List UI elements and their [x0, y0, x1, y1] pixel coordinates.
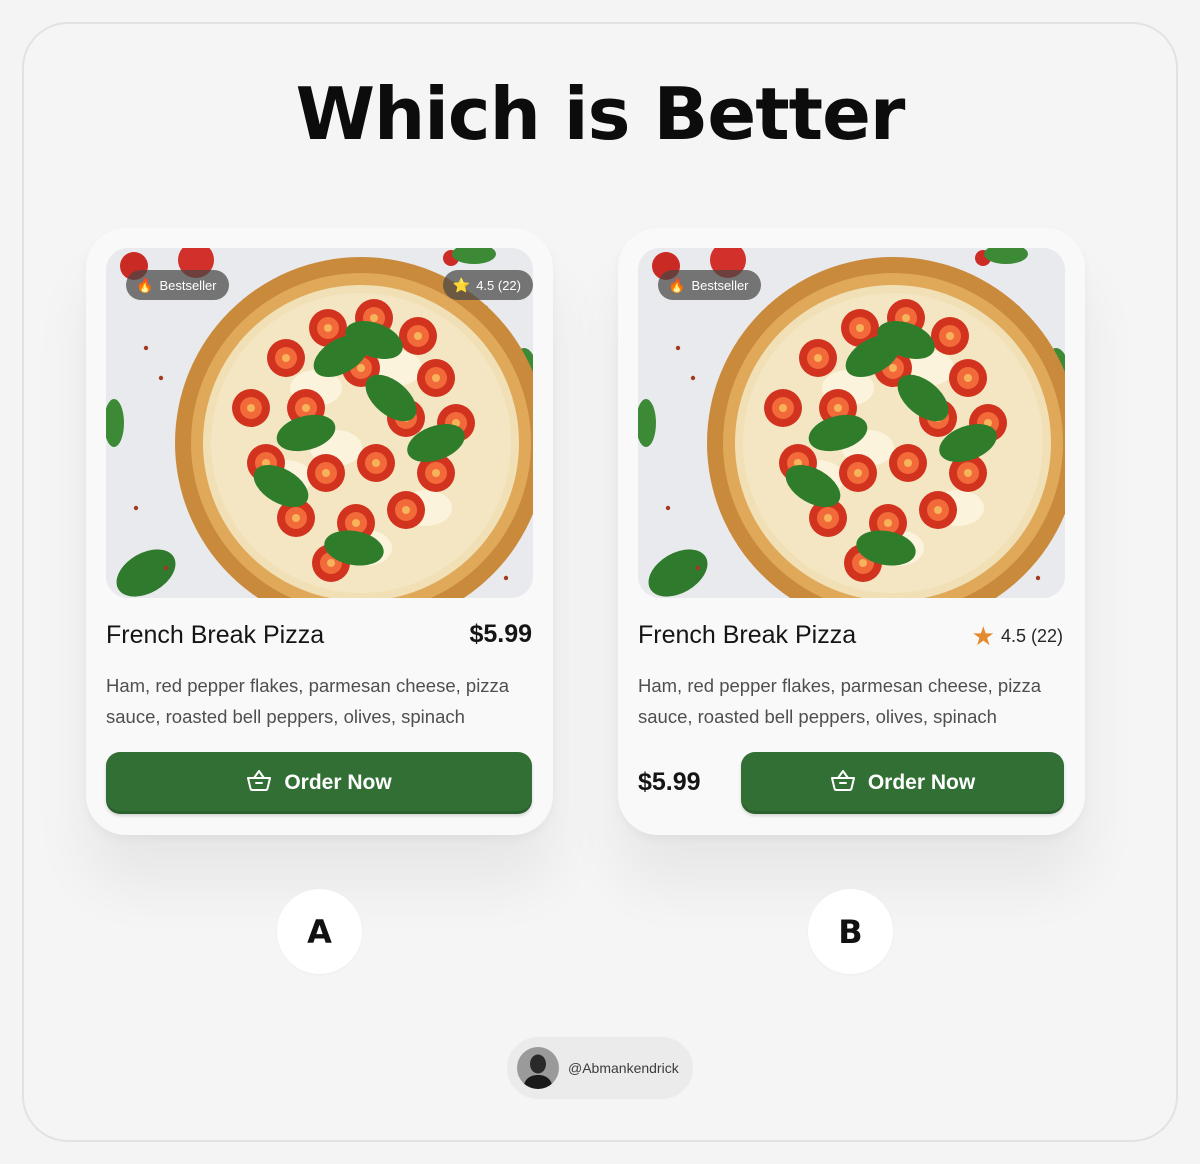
order-now-label: Order Now: [284, 771, 392, 794]
product-card-b: 🔥 Bestseller French Break Pizza ★ 4.5 (2…: [618, 228, 1085, 835]
option-label-b: B: [808, 889, 893, 974]
product-price: $5.99: [638, 768, 701, 796]
product-name: French Break Pizza: [106, 621, 325, 649]
product-description: Ham, red pepper flakes, parmesan cheese,…: [106, 675, 510, 727]
product-name: French Break Pizza: [638, 621, 857, 649]
fire-icon: 🔥: [668, 277, 686, 293]
product-description: Ham, red pepper flakes, parmesan cheese,…: [638, 675, 1042, 727]
rating-badge: ⭐ 4.5 (22): [442, 270, 533, 300]
product-card-a: 🔥 Bestseller ⭐ 4.5 (22) French Break Piz…: [86, 228, 553, 835]
order-now-label: Order Now: [867, 771, 976, 794]
bestseller-label: Bestseller: [159, 277, 217, 293]
rating-label: 4.5 (22): [1000, 625, 1063, 646]
pizza-image: [106, 248, 533, 598]
basket-icon: [246, 768, 272, 798]
author-credit: @Abmankendrick: [507, 1037, 693, 1099]
product-price: $5.99: [469, 620, 532, 648]
author-handle: @Abmankendrick: [568, 1060, 679, 1076]
star-icon: ⭐: [452, 277, 471, 293]
page-title: Which is Better: [295, 72, 906, 156]
bestseller-label: Bestseller: [691, 277, 749, 293]
bestseller-badge: 🔥 Bestseller: [126, 270, 229, 300]
option-label-a: A: [277, 889, 362, 974]
fire-icon: 🔥: [136, 277, 154, 293]
pizza-image: [638, 248, 1065, 598]
bestseller-badge: 🔥 Bestseller: [658, 270, 761, 300]
avatar: [517, 1047, 559, 1089]
rating-label: 4.5 (22): [476, 277, 521, 293]
order-now-button[interactable]: Order Now: [106, 752, 532, 814]
product-rating: ★ 4.5 (22): [972, 623, 1063, 649]
order-now-button[interactable]: Order Now: [741, 752, 1064, 814]
basket-icon: [830, 768, 856, 798]
star-icon: ★: [971, 621, 995, 651]
